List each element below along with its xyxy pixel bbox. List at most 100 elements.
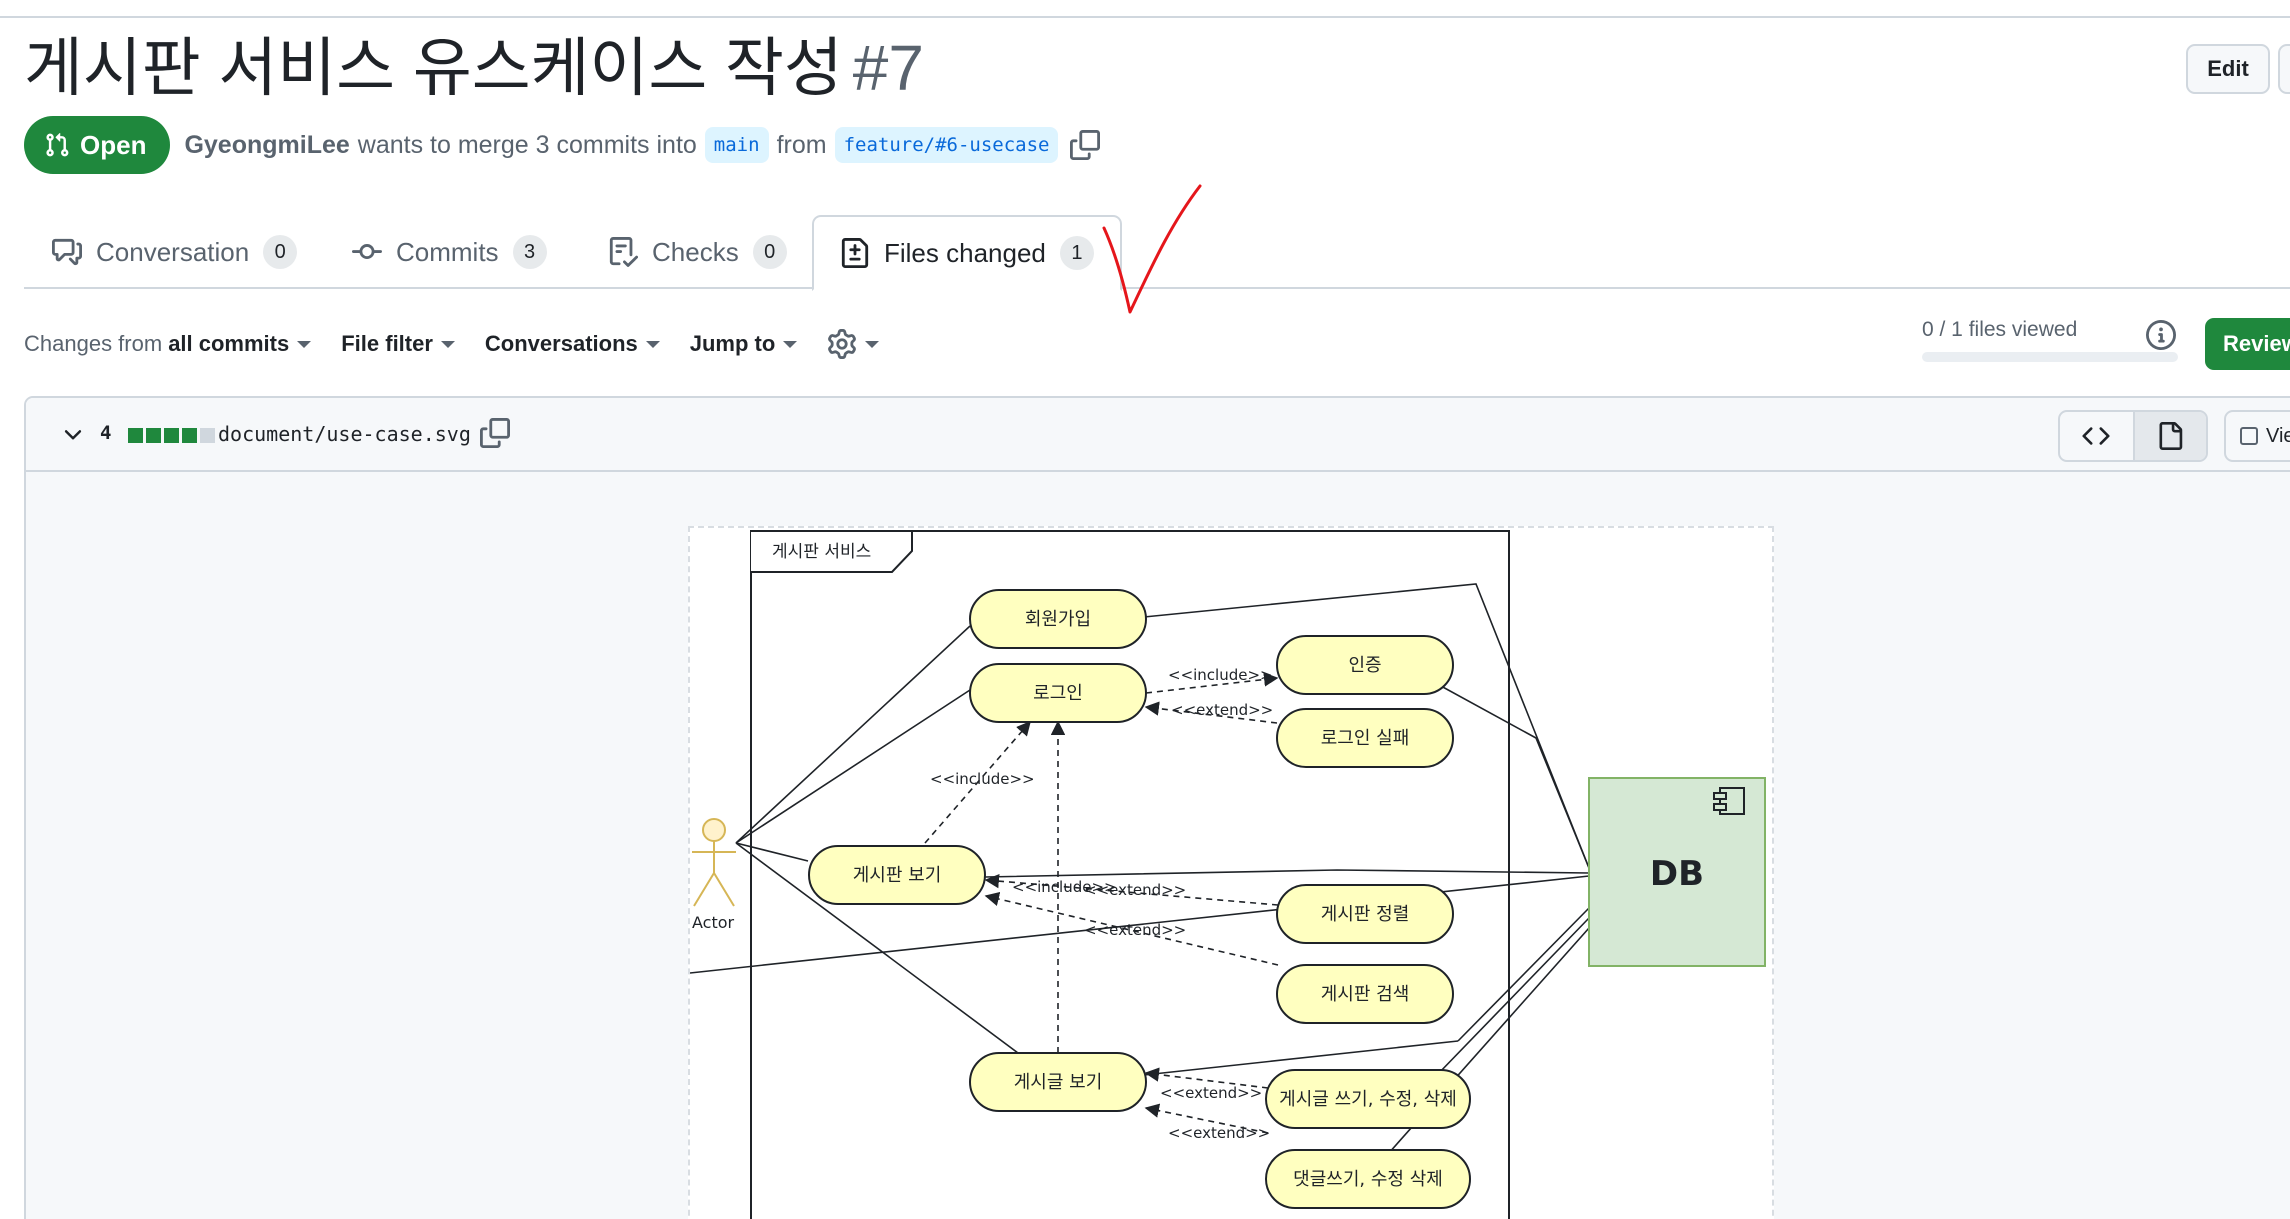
changes-from-menu[interactable]: Changes from all commits: [24, 331, 312, 357]
diffstat-block: [146, 428, 161, 443]
diffstat-block: [128, 428, 143, 443]
use-case-comment-write-label: 댓글쓰기, 수정 삭제: [1293, 1169, 1443, 1190]
pr-title-text: 게시판 서비스 유스케이스 작성: [24, 32, 843, 104]
checklist-icon: [609, 237, 638, 267]
git-commit-icon: [352, 244, 382, 260]
svg-preview-frame: 게시판 서비스 <<include>> <<extend>> <<include…: [688, 526, 1774, 1219]
use-case-login-label: 로그인: [1033, 683, 1083, 704]
caret-down-icon: [865, 340, 880, 348]
db-component: DB: [1588, 777, 1766, 967]
diffstat: [128, 428, 218, 443]
changes-from-prefix: Changes from: [24, 331, 163, 356]
from-text: from: [776, 130, 827, 159]
include-label: <<include>>: [1168, 666, 1273, 684]
view-toggle: [2058, 410, 2208, 462]
file-preview: 게시판 서비스 <<include>> <<extend>> <<include…: [26, 472, 2290, 1219]
chevron-down-icon[interactable]: [60, 422, 86, 448]
base-branch[interactable]: main: [704, 127, 769, 163]
file-filter-label: File filter: [341, 331, 433, 356]
actor-label: Actor: [692, 913, 735, 932]
file-diff: 4 document/use-case.svg Viewed: [24, 396, 2290, 1219]
git-pull-request-icon: [46, 132, 69, 157]
head-branch[interactable]: feature/#6-usecase: [834, 127, 1059, 163]
file-filter-menu[interactable]: File filter: [341, 331, 455, 357]
change-count: 4: [100, 422, 112, 444]
use-case-auth: 인증: [1276, 635, 1454, 695]
jump-to-menu[interactable]: Jump to: [690, 331, 798, 357]
use-case-post-write-label: 게시글 쓰기, 수정, 삭제: [1279, 1089, 1457, 1110]
file-icon: [2159, 422, 2183, 450]
copy-icon[interactable]: [1070, 130, 1101, 160]
source-diff-button[interactable]: [2060, 412, 2133, 460]
merge-text: wants to merge 3 commits into: [357, 130, 697, 159]
use-case-signup-label: 회원가입: [1025, 609, 1091, 630]
use-case-board-search: 게시판 검색: [1276, 964, 1454, 1024]
files-viewed-text: 0 / 1 files viewed: [1922, 318, 2078, 341]
tab-commits-count: 3: [512, 235, 547, 269]
actor-figure: [692, 818, 736, 907]
changes-from-value: all commits: [168, 331, 290, 356]
use-case-signup: 회원가입: [969, 589, 1147, 649]
info-icon[interactable]: [2146, 320, 2176, 355]
extend-label: <<extend>>: [1168, 1124, 1270, 1142]
diffstat-block: [182, 428, 197, 443]
use-case-login-fail: 로그인 실패: [1276, 708, 1454, 768]
checkbox-icon: [2240, 427, 2258, 445]
state-label: Open: [80, 129, 147, 160]
tab-checks-label: Checks: [652, 236, 739, 267]
annotation-checkmark: [1102, 184, 1202, 314]
page-title: 게시판 서비스 유스케이스 작성 #7: [24, 30, 924, 106]
use-case-login: 로그인: [969, 663, 1147, 723]
db-label: DB: [1650, 854, 1704, 894]
top-divider: [0, 0, 2290, 18]
diff-settings-menu[interactable]: [827, 329, 880, 359]
tab-files-changed-label: Files changed: [884, 237, 1046, 268]
code-icon: [2082, 427, 2111, 445]
copy-icon[interactable]: [480, 418, 510, 453]
tab-conversation-label: Conversation: [96, 236, 250, 267]
extend-label: <<extend>>: [1084, 881, 1186, 899]
tab-files-changed[interactable]: Files changed 1: [812, 215, 1122, 291]
code-button[interactable]: [2278, 44, 2290, 94]
tab-checks[interactable]: Checks 0: [608, 215, 787, 289]
use-case-post-write: 게시글 쓰기, 수정, 삭제: [1265, 1069, 1471, 1129]
caret-down-icon: [440, 340, 455, 348]
tab-commits[interactable]: Commits 3: [352, 215, 547, 289]
file-path[interactable]: document/use-case.svg: [218, 422, 471, 446]
rich-diff-button[interactable]: [2132, 412, 2206, 460]
jump-to-label: Jump to: [689, 331, 776, 356]
tab-conversation[interactable]: Conversation 0: [52, 215, 298, 289]
diffstat-block: [164, 428, 179, 443]
author-link[interactable]: GyeongmiLee: [184, 131, 349, 160]
viewed-checkbox[interactable]: Viewed: [2224, 410, 2290, 462]
include-label: <<include>>: [930, 770, 1035, 788]
use-case-post-view-label: 게시글 보기: [1014, 1072, 1103, 1093]
use-case-board-view-label: 게시판 보기: [853, 865, 942, 886]
conversations-label: Conversations: [484, 331, 638, 356]
files-viewed-progress: 0 / 1 files viewed: [1922, 318, 2178, 362]
use-case-post-view: 게시글 보기: [969, 1052, 1147, 1112]
use-case-comment-write: 댓글쓰기, 수정 삭제: [1265, 1149, 1471, 1209]
caret-down-icon: [645, 340, 660, 348]
edit-button[interactable]: Edit: [2186, 44, 2270, 94]
use-case-board-sort-label: 게시판 정렬: [1321, 904, 1410, 925]
use-case-board-view: 게시판 보기: [808, 845, 986, 905]
state-badge: Open: [24, 116, 171, 174]
files-viewed-bar: [1922, 352, 2178, 362]
caret-down-icon: [783, 340, 798, 348]
use-case-login-fail-label: 로그인 실패: [1321, 728, 1410, 749]
use-case-auth-label: 인증: [1348, 655, 1381, 676]
tab-conversation-count: 0: [263, 235, 298, 269]
comment-discussion-icon: [52, 238, 82, 266]
extend-label: <<extend>>: [1171, 701, 1273, 719]
viewed-label: Viewed: [2266, 424, 2290, 447]
pr-number: #7: [852, 32, 924, 104]
use-case-board-search-label: 게시판 검색: [1321, 984, 1410, 1005]
review-changes-button[interactable]: Review changes: [2205, 318, 2290, 370]
conversations-menu[interactable]: Conversations: [485, 331, 660, 357]
caret-down-icon: [297, 340, 312, 348]
extend-label: <<extend>>: [1160, 1084, 1262, 1102]
diffstat-block: [200, 428, 215, 443]
file-diff-icon: [841, 238, 869, 268]
extend-label: <<extend>>: [1084, 921, 1186, 939]
